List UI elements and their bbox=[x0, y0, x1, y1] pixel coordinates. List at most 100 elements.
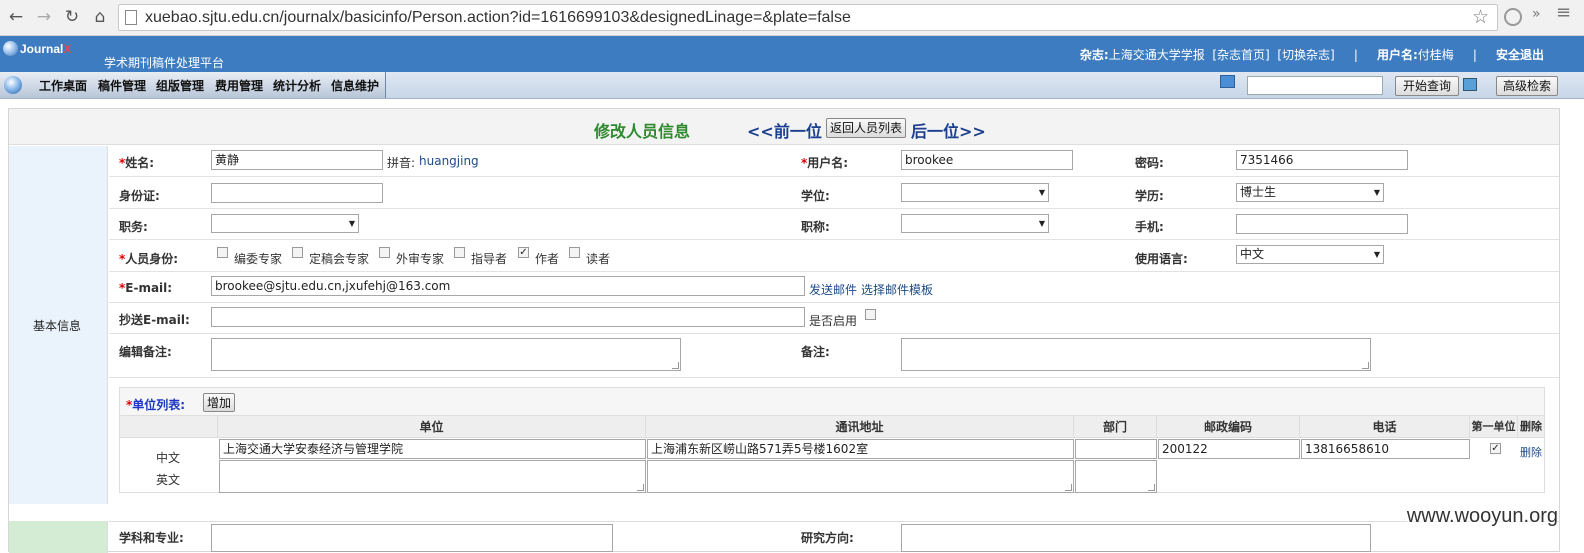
name-input[interactable]: 黄静 bbox=[211, 150, 383, 170]
cc-email-input[interactable] bbox=[211, 307, 805, 327]
more-chevron-icon[interactable]: » bbox=[1532, 6, 1541, 22]
main-menu: 工作桌面 稿件管理 组版管理 费用管理 统计分析 信息维护 bbox=[0, 72, 386, 98]
home-icon[interactable]: ⌂ bbox=[88, 5, 112, 29]
title-select[interactable] bbox=[901, 214, 1049, 233]
role-author-checkbox[interactable]: ✓ bbox=[518, 247, 529, 258]
forward-arrow-icon[interactable]: → bbox=[32, 5, 56, 29]
position-select[interactable] bbox=[211, 214, 359, 233]
menu-item-layout[interactable]: 组版管理 bbox=[156, 77, 204, 94]
username-input[interactable]: brookee bbox=[901, 150, 1073, 170]
password-input[interactable]: 7351466 bbox=[1236, 150, 1408, 170]
add-unit-button[interactable]: 增加 bbox=[203, 393, 235, 412]
browser-toolbar: ← → ↻ ⌂ xuebao.sjtu.edu.cn/journalx/basi… bbox=[0, 0, 1584, 36]
research-label: 研究方向: bbox=[801, 531, 854, 545]
watermark: www.wooyun.org bbox=[1406, 505, 1558, 528]
choose-template-link[interactable]: 选择邮件模板 bbox=[861, 281, 933, 298]
menu-icon[interactable]: ≡ bbox=[1556, 2, 1571, 23]
unit-list-label: *单位列表: bbox=[126, 398, 186, 412]
role-reader-label: 读者 bbox=[586, 252, 611, 266]
education-select[interactable]: 博士生 bbox=[1236, 183, 1384, 202]
role-reader-checkbox[interactable] bbox=[569, 247, 580, 258]
address-en-textarea[interactable] bbox=[647, 460, 1074, 493]
role-advisor-label: 指导者 bbox=[471, 252, 508, 266]
email-input[interactable]: brookee@sjtu.edu.cn,jxufehj@163.com bbox=[211, 276, 805, 296]
language-label: 使用语言: bbox=[1135, 252, 1188, 266]
unit-col-postcode: 邮政编码 bbox=[1157, 416, 1300, 438]
search-input[interactable] bbox=[1247, 76, 1383, 95]
role-external-checkbox[interactable] bbox=[379, 247, 390, 258]
postcode-input[interactable]: 200122 bbox=[1158, 439, 1300, 459]
name-label: *姓名: bbox=[119, 156, 155, 170]
search-type-icon[interactable] bbox=[1220, 75, 1235, 88]
advanced-search-button[interactable]: 高级检索 bbox=[1496, 76, 1558, 96]
password-label: 密码: bbox=[1135, 156, 1164, 170]
unit-list: *单位列表: 增加 单位 通讯地址 部门 邮政编码 电话 第一单位 删除 中文 … bbox=[119, 387, 1545, 493]
address-cn-input[interactable]: 上海浦东新区崂山路571弄5号楼1602室 bbox=[647, 439, 1074, 459]
pinyin-value: huangjing bbox=[419, 154, 479, 168]
form-row-name: *姓名: 黄静 拼音: huangjing *用户名: brookee 密码: … bbox=[109, 146, 1559, 177]
note-textarea[interactable] bbox=[901, 338, 1371, 371]
discipline-input[interactable] bbox=[211, 524, 613, 552]
back-arrow-icon[interactable]: ← bbox=[4, 5, 28, 29]
section-label: 基本信息 bbox=[33, 319, 82, 333]
menu-bar: 工作桌面 稿件管理 组版管理 费用管理 统计分析 信息维护 开始查询 高级检索 bbox=[0, 72, 1584, 99]
form-row-notes: 编辑备注: 备注: bbox=[109, 335, 1559, 378]
email-label: *E-mail: bbox=[119, 281, 173, 295]
enable-label: 是否启用 bbox=[809, 314, 858, 328]
menu-orb-icon bbox=[4, 76, 22, 94]
role-final-checkbox[interactable] bbox=[292, 247, 303, 258]
form-row-position: 职务: 职称: 手机: bbox=[109, 210, 1559, 240]
form-row-email: *E-mail: brookee@sjtu.edu.cn,jxufehj@163… bbox=[109, 273, 1559, 303]
research-input[interactable] bbox=[901, 524, 1371, 552]
page-icon bbox=[125, 10, 137, 25]
extension-icon[interactable] bbox=[1504, 8, 1522, 26]
mobile-input[interactable] bbox=[1236, 214, 1408, 234]
enable-checkbox[interactable] bbox=[865, 309, 876, 320]
unit-cn-input[interactable]: 上海交通大学安泰经济与管理学院 bbox=[219, 439, 646, 459]
username-label: *用户名: bbox=[801, 156, 849, 170]
phone-input[interactable]: 13816658610 bbox=[1301, 439, 1470, 459]
menu-item-info[interactable]: 信息维护 bbox=[331, 77, 379, 94]
role-advisor-checkbox[interactable] bbox=[454, 247, 465, 258]
note-label: 备注: bbox=[801, 345, 830, 359]
idcard-input[interactable] bbox=[211, 183, 383, 203]
journal-home-link[interactable]: [杂志首页] bbox=[1212, 48, 1269, 62]
first-unit-checkbox[interactable]: ✓ bbox=[1490, 443, 1501, 454]
user-info: 杂志:上海交通大学学报 [杂志首页] [切换杂志] | 用户名:付桂梅 | 安全… bbox=[1079, 48, 1544, 62]
send-mail-link[interactable]: 发送邮件 bbox=[809, 281, 857, 298]
editor-note-textarea[interactable] bbox=[211, 338, 681, 371]
unit-en-textarea[interactable] bbox=[219, 460, 646, 493]
form-row-idcard: 身份证: 学位: 学历: 博士生 bbox=[109, 178, 1559, 209]
page-title: 修改人员信息 bbox=[594, 122, 691, 141]
dept-cn-input[interactable] bbox=[1075, 439, 1157, 459]
unit-lang-cn: 中文 bbox=[156, 451, 181, 465]
menu-item-desktop[interactable]: 工作桌面 bbox=[39, 77, 87, 94]
journalx-logo: JournalX bbox=[3, 41, 71, 57]
role-author-label: 作者 bbox=[535, 252, 560, 266]
url-text: xuebao.sjtu.edu.cn/journalx/basicinfo/Pe… bbox=[145, 9, 851, 26]
role-external-label: 外审专家 bbox=[396, 252, 445, 266]
address-bar[interactable]: xuebao.sjtu.edu.cn/journalx/basicinfo/Pe… bbox=[118, 4, 1498, 31]
search-button[interactable]: 开始查询 bbox=[1395, 76, 1459, 96]
role-editorial-checkbox[interactable] bbox=[217, 247, 228, 258]
reload-icon[interactable]: ↻ bbox=[60, 5, 84, 29]
dept-en-textarea[interactable] bbox=[1075, 460, 1157, 493]
menu-item-manuscripts[interactable]: 稿件管理 bbox=[98, 77, 146, 94]
person-form: 修改人员信息 <<前一位 返回人员列表 后一位>> 基本信息 *姓名: 黄静 拼… bbox=[8, 108, 1560, 553]
unit-col-dept: 部门 bbox=[1074, 416, 1157, 438]
back-to-list-button[interactable]: 返回人员列表 bbox=[826, 118, 906, 138]
language-select[interactable]: 中文 bbox=[1236, 245, 1384, 264]
role-label: *人员身份: bbox=[119, 252, 179, 266]
logout-link[interactable]: 安全退出 bbox=[1496, 48, 1544, 62]
next-person-link[interactable]: 后一位>> bbox=[911, 118, 986, 142]
previous-person-link[interactable]: <<前一位 bbox=[747, 118, 822, 142]
degree-select[interactable] bbox=[901, 183, 1049, 202]
menu-item-fees[interactable]: 费用管理 bbox=[215, 77, 263, 94]
delete-unit-link[interactable]: 删除 bbox=[1520, 444, 1542, 460]
menu-item-statistics[interactable]: 统计分析 bbox=[273, 77, 321, 94]
search-options-icon[interactable] bbox=[1463, 78, 1477, 91]
bookmark-star-icon[interactable]: ☆ bbox=[1472, 6, 1489, 28]
unit-col-delete: 删除 bbox=[1518, 416, 1544, 438]
switch-journal-link[interactable]: [切换杂志] bbox=[1277, 48, 1334, 62]
mobile-label: 手机: bbox=[1135, 220, 1164, 234]
